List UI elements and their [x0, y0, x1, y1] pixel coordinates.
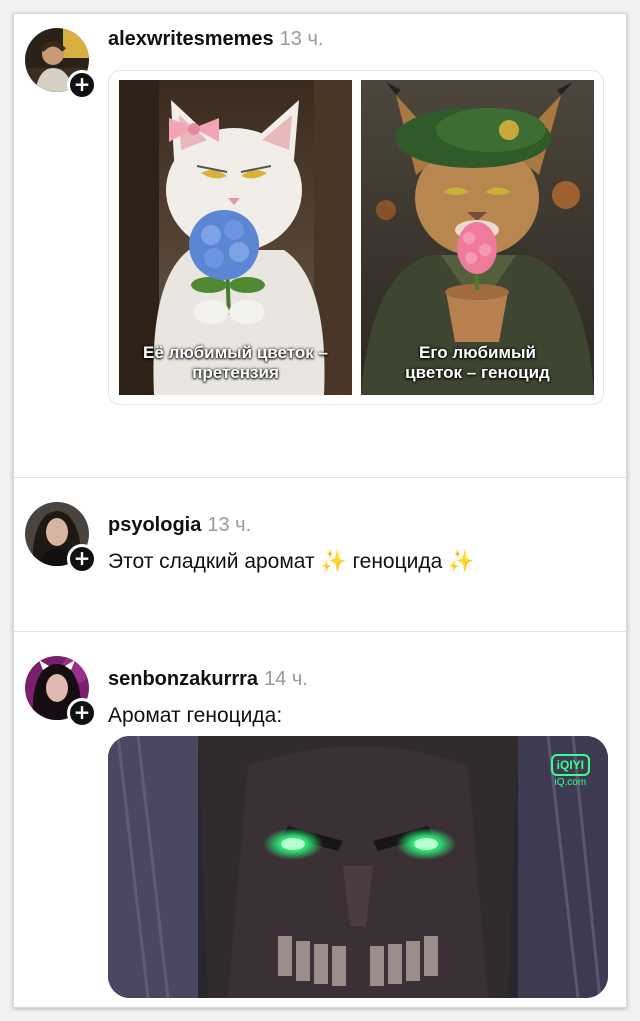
- avatar[interactable]: +: [25, 502, 97, 574]
- meme-panel-left: Её любимый цветок – претензия: [119, 80, 352, 395]
- username[interactable]: senbonzakurrra 14 ч.: [108, 668, 308, 691]
- avatar[interactable]: +: [25, 656, 97, 728]
- feed: + alexwritesmemes 13 ч. Её любимый цвето…: [13, 13, 627, 1008]
- post-text: Аромат геноцида:: [108, 704, 283, 727]
- follow-plus-icon[interactable]: +: [67, 70, 97, 100]
- post-text: Этот сладкий аромат ✨ геноцида ✨: [108, 550, 475, 573]
- timestamp: 14 ч.: [264, 668, 308, 690]
- timestamp: 13 ч.: [279, 28, 324, 50]
- meme-image[interactable]: Её любимый цветок – претензия Его любимы…: [108, 70, 604, 405]
- media-gif[interactable]: iQIYI iQ.com: [108, 736, 608, 998]
- follow-plus-icon[interactable]: +: [67, 698, 97, 728]
- timestamp: 13 ч.: [207, 514, 252, 536]
- username[interactable]: alexwritesmemes 13 ч.: [108, 28, 323, 51]
- post-alexwritesmemes: + alexwritesmemes 13 ч. Её любимый цвето…: [14, 14, 626, 476]
- meme-panel-right: Его любимый цветок – геноцид: [361, 80, 594, 395]
- post-psyologia: + psyologia 13 ч. Этот сладкий аромат ✨ г…: [14, 478, 626, 630]
- avatar[interactable]: +: [25, 28, 97, 100]
- iqiyi-logo-icon: iQIYI iQ.com: [550, 754, 590, 788]
- meme-caption-right: Его любимый цветок – геноцид: [405, 343, 550, 382]
- follow-plus-icon[interactable]: +: [67, 544, 97, 574]
- username[interactable]: psyologia 13 ч.: [108, 514, 251, 537]
- post-senbonzakurrra: + senbonzakurrra14 ч. Аромат геноцида:: [14, 632, 626, 1007]
- meme-caption-left: Её любимый цветок – претензия: [143, 343, 328, 382]
